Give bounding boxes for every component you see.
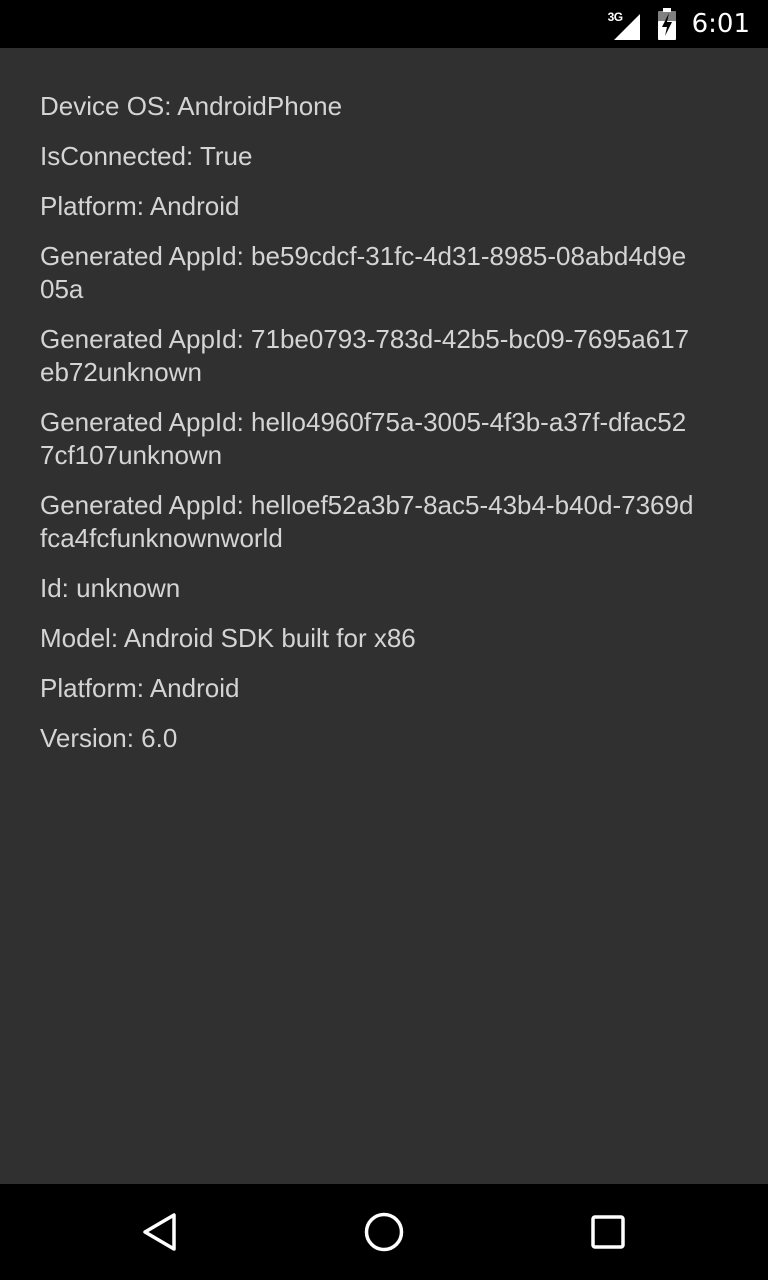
back-icon	[143, 1213, 176, 1251]
info-list: Device OS: AndroidPhone IsConnected: Tru…	[40, 90, 700, 772]
signal-icon	[613, 14, 640, 40]
info-line-platform-2: Platform: Android	[40, 673, 240, 703]
clock: 6:01	[691, 9, 750, 39]
info-line-platform: Platform: Android	[40, 191, 240, 221]
info-line-model: Model: Android SDK built for x86	[40, 623, 416, 653]
navigation-bar	[0, 1184, 768, 1280]
info-line-generated-appid-3: Generated AppId: hello4960f75a-3005-4f3b…	[40, 407, 687, 470]
info-line-is-connected: IsConnected: True	[40, 141, 253, 171]
home-icon	[364, 1212, 404, 1252]
info-line-version: Version: 6.0	[40, 723, 178, 753]
status-icons: 3G 6:01	[608, 0, 750, 48]
recents-button[interactable]	[584, 1208, 632, 1256]
info-line-generated-appid-1: Generated AppId: be59cdcf-31fc-4d31-8985…	[40, 241, 687, 304]
info-line-generated-appid-4: Generated AppId: helloef52a3b7-8ac5-43b4…	[40, 490, 694, 553]
main-content: Device OS: AndroidPhone IsConnected: Tru…	[0, 48, 768, 1184]
home-button[interactable]	[360, 1208, 408, 1256]
info-line-id: Id: unknown	[40, 573, 181, 603]
status-bar: 3G 6:01	[0, 0, 768, 48]
back-button[interactable]	[137, 1208, 185, 1256]
battery-icon	[657, 8, 676, 40]
info-line-generated-appid-2: Generated AppId: 71be0793-783d-42b5-bc09…	[40, 324, 690, 387]
recents-icon	[591, 1215, 625, 1249]
cell-signal: 3G	[608, 8, 642, 40]
info-line-device-os: Device OS: AndroidPhone	[40, 91, 343, 121]
